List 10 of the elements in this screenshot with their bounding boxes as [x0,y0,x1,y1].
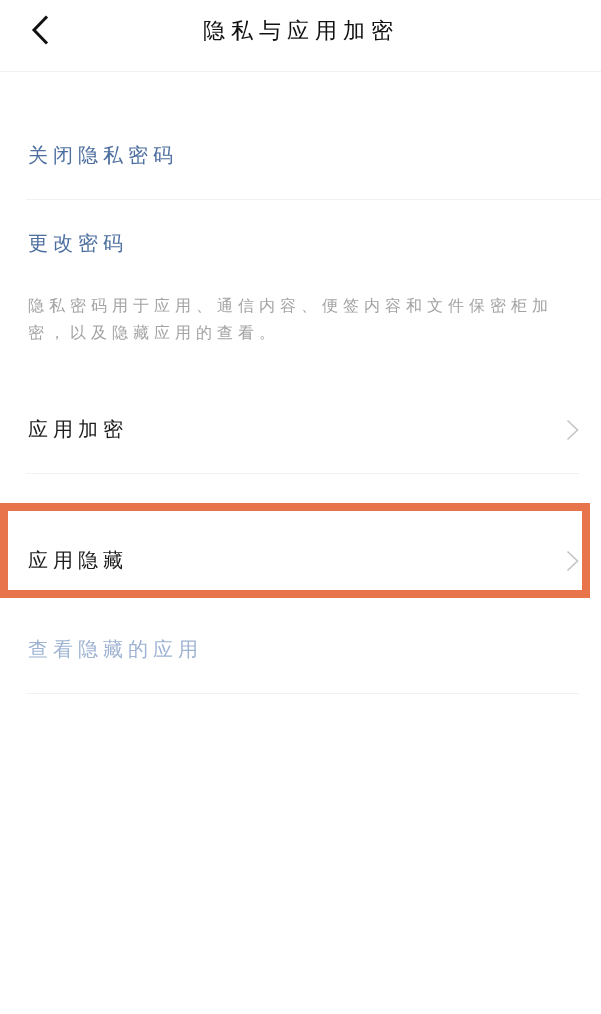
description-text: 隐私密码用于应用、通信内容、便签内容和文件保密柜加密，以及隐藏应用的查看。 [27,295,554,344]
back-button[interactable] [31,14,49,45]
chevron-right-icon [566,418,579,441]
menu-item[interactable]: 应用隐藏 [26,516,579,590]
menu-item[interactable]: 应用加密 [26,386,579,474]
page-title: 隐私与应用加密 [202,16,399,45]
menu-link[interactable]: 更改密码 [26,200,601,288]
menu-link[interactable]: 关闭隐私密码 [26,112,601,200]
chevron-right-icon [566,549,579,572]
back-icon [31,14,49,45]
